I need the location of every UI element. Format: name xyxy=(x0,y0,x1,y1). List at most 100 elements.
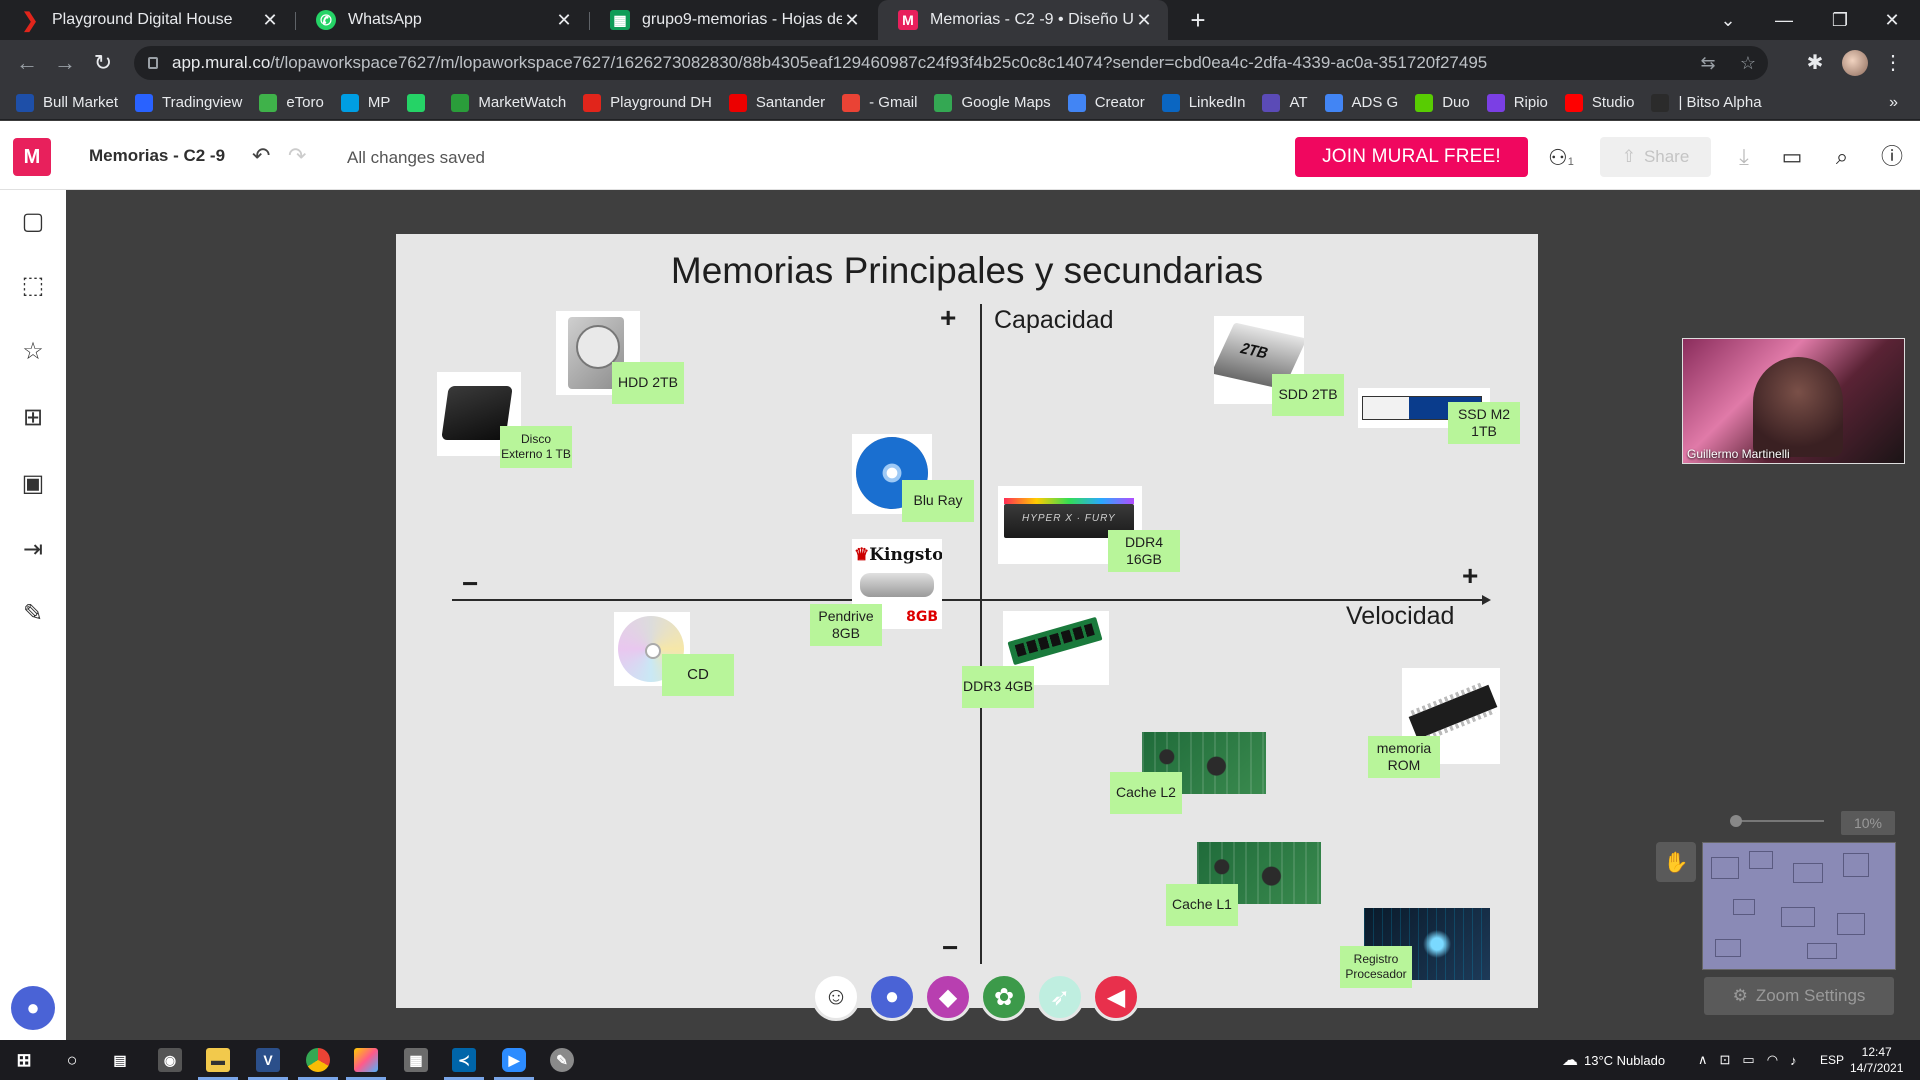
bookmark-item[interactable]: Creator xyxy=(1067,93,1145,112)
close-icon[interactable]: ✕ xyxy=(260,10,280,31)
sticky-note-external-disk[interactable]: Disco Externo 1 TB xyxy=(500,426,572,468)
sticky-note-ddr3[interactable]: DDR3 4GB xyxy=(962,666,1034,708)
sticky-note-ddr4[interactable]: DDR4 16GB xyxy=(1108,530,1180,572)
smiley-reaction[interactable]: ☺ xyxy=(812,973,860,1021)
bookmark-item[interactable] xyxy=(407,93,434,112)
close-window-button[interactable]: ✕ xyxy=(1864,0,1920,40)
zoom-app-icon[interactable]: ▶ xyxy=(490,1040,538,1080)
chrome-icon[interactable] xyxy=(294,1040,342,1080)
pencil-icon[interactable]: ✎ xyxy=(17,598,49,630)
bookmarks-more-icon[interactable]: » xyxy=(1889,94,1898,112)
import-icon[interactable]: ⇥ xyxy=(17,534,49,566)
windows-start-icon[interactable]: ⊞ xyxy=(0,1040,48,1080)
panda-avatar[interactable]: ● xyxy=(11,986,55,1030)
undo-icon[interactable]: ↶ xyxy=(252,143,270,169)
users-icon[interactable]: ⚇1 xyxy=(1548,145,1574,171)
bookmark-item[interactable]: Bull Market xyxy=(16,93,118,112)
bookmark-item[interactable]: LinkedIn xyxy=(1161,93,1245,112)
bookmark-item[interactable]: Tradingview xyxy=(135,93,242,112)
tab-playground[interactable]: ❯ Playground Digital House ✕ xyxy=(0,0,294,40)
sticky-note-pendrive[interactable]: Pendrive 8GB xyxy=(810,604,882,646)
tab-search-icon[interactable]: ⌄ xyxy=(1700,0,1756,40)
shark-reaction[interactable]: ◀ xyxy=(1092,973,1140,1021)
sign-left[interactable]: − xyxy=(462,570,478,598)
zoom-settings-button[interactable]: ⚙ Zoom Settings xyxy=(1704,977,1894,1015)
board-area[interactable]: Memorias Principales y secundarias Capac… xyxy=(396,234,1538,1008)
weather-widget[interactable]: ☁ 13°C Nublado xyxy=(1562,1040,1665,1080)
mural-logo[interactable]: M xyxy=(13,138,51,176)
misc-app-icon[interactable]: ✎ xyxy=(538,1040,586,1080)
tab-mural-active[interactable]: M Memorias - C2 -9 • Diseño UX - I ✕ xyxy=(878,0,1168,40)
vs-studio-icon[interactable]: V xyxy=(244,1040,292,1080)
bookmark-item[interactable]: MP xyxy=(340,93,390,112)
task-view-icon[interactable]: ▤ xyxy=(96,1040,144,1080)
sticky-note-icon[interactable]: ▢ xyxy=(17,206,49,238)
close-icon[interactable]: ✕ xyxy=(1134,10,1154,31)
zoom-slider[interactable] xyxy=(1726,811,1832,831)
tab-sheets[interactable]: ▦ grupo9-memorias - Hojas de cálc ✕ xyxy=(590,0,876,40)
forward-button[interactable]: → xyxy=(50,48,80,78)
bookmark-item[interactable]: | Bitso Alpha xyxy=(1651,93,1762,112)
language-indicator[interactable]: ESP xyxy=(1820,1040,1844,1080)
sticky-note-registro[interactable]: Registro Procesador xyxy=(1340,946,1412,988)
hand-tool-icon[interactable]: ✋ xyxy=(1656,842,1696,882)
sticky-note-cd[interactable]: CD xyxy=(662,654,734,696)
redo-icon[interactable]: ↷ xyxy=(288,143,306,169)
sticky-note-cache-l2[interactable]: Cache L2 xyxy=(1110,772,1182,814)
bookmark-item[interactable]: Playground DH xyxy=(583,93,712,112)
sign-right[interactable]: + xyxy=(1462,562,1478,590)
new-tab-button[interactable]: + xyxy=(1182,4,1214,36)
sticky-note-bluray[interactable]: Blu Ray xyxy=(902,480,974,522)
extensions-icon[interactable]: ✱ xyxy=(1800,48,1830,78)
bookmark-item[interactable]: AT xyxy=(1262,93,1308,112)
close-icon[interactable]: ✕ xyxy=(554,10,574,31)
system-tray[interactable]: ∧ ⊡ ▭ ◠ ♪ xyxy=(1698,1040,1797,1080)
star-icon[interactable]: ☆ xyxy=(17,336,49,368)
minimap[interactable] xyxy=(1702,842,1896,970)
profile-avatar[interactable] xyxy=(1842,50,1868,76)
lion-reaction[interactable]: ✿ xyxy=(980,973,1028,1021)
tab-whatsapp[interactable]: ✆ WhatsApp ✕ xyxy=(296,0,588,40)
bookmark-item[interactable]: Studio xyxy=(1564,93,1634,112)
sticky-note-cache-l1[interactable]: Cache L1 xyxy=(1166,884,1238,926)
bookmark-item[interactable]: MarketWatch xyxy=(451,93,566,112)
search-icon[interactable]: ○ xyxy=(48,1040,96,1080)
y-axis-label[interactable]: Capacidad xyxy=(994,306,1114,335)
download-icon[interactable]: ⤓ xyxy=(1728,141,1760,173)
image-icon[interactable]: ▣ xyxy=(17,468,49,500)
participant-video[interactable]: Guillermo Martinelli xyxy=(1682,338,1905,464)
owl-reaction[interactable]: ◆ xyxy=(924,973,972,1021)
file-explorer-icon[interactable]: ▬ xyxy=(194,1040,242,1080)
address-bar[interactable]: app.mural.co/t/lopaworkspace7627/m/lopaw… xyxy=(134,46,1768,80)
sticky-note-rom[interactable]: memoria ROM xyxy=(1368,736,1440,778)
menu-icon[interactable]: ⋮ xyxy=(1878,48,1908,78)
clock[interactable]: 12:47 14/7/2021 xyxy=(1850,1044,1903,1076)
bookmark-item[interactable]: Google Maps xyxy=(934,93,1051,112)
sticky-note-ssd-m2[interactable]: SSD M2 1TB xyxy=(1448,402,1520,444)
join-mural-button[interactable]: JOIN MURAL FREE! xyxy=(1295,137,1528,177)
reload-button[interactable]: ↻ xyxy=(88,48,118,78)
camera-app-icon[interactable]: ◉ xyxy=(146,1040,194,1080)
restore-button[interactable]: ❐ xyxy=(1812,0,1868,40)
sign-bottom[interactable]: − xyxy=(942,934,958,962)
sign-top[interactable]: + xyxy=(940,304,956,332)
bird-reaction[interactable]: ➶ xyxy=(1036,973,1084,1021)
vscode-icon[interactable]: ≺ xyxy=(440,1040,488,1080)
minimize-button[interactable]: — xyxy=(1756,0,1812,40)
bookmark-item[interactable]: Santander xyxy=(728,93,825,112)
search-icon[interactable]: ⌕ xyxy=(1826,141,1858,173)
zoom-knob[interactable] xyxy=(1730,815,1742,827)
sticky-note-hdd[interactable]: HDD 2TB xyxy=(612,362,684,404)
bookmark-item[interactable]: ADS G xyxy=(1324,93,1398,112)
frameworks-icon[interactable]: ⊞ xyxy=(17,402,49,434)
back-button[interactable]: ← xyxy=(12,48,42,78)
bookmark-item[interactable]: Ripio xyxy=(1486,93,1548,112)
mural-title[interactable]: Memorias - C2 -9 xyxy=(89,146,225,166)
bookmark-item[interactable]: eToro xyxy=(259,93,324,112)
bookmark-star-icon[interactable]: ☆ xyxy=(1728,53,1768,74)
paint-icon[interactable] xyxy=(342,1040,390,1080)
panda-reaction[interactable]: ● xyxy=(868,973,916,1021)
comment-icon[interactable]: ▭ xyxy=(1776,141,1808,173)
sticky-note-ssd[interactable]: SDD 2TB xyxy=(1272,374,1344,416)
shapes-icon[interactable]: ⬚ xyxy=(17,270,49,302)
